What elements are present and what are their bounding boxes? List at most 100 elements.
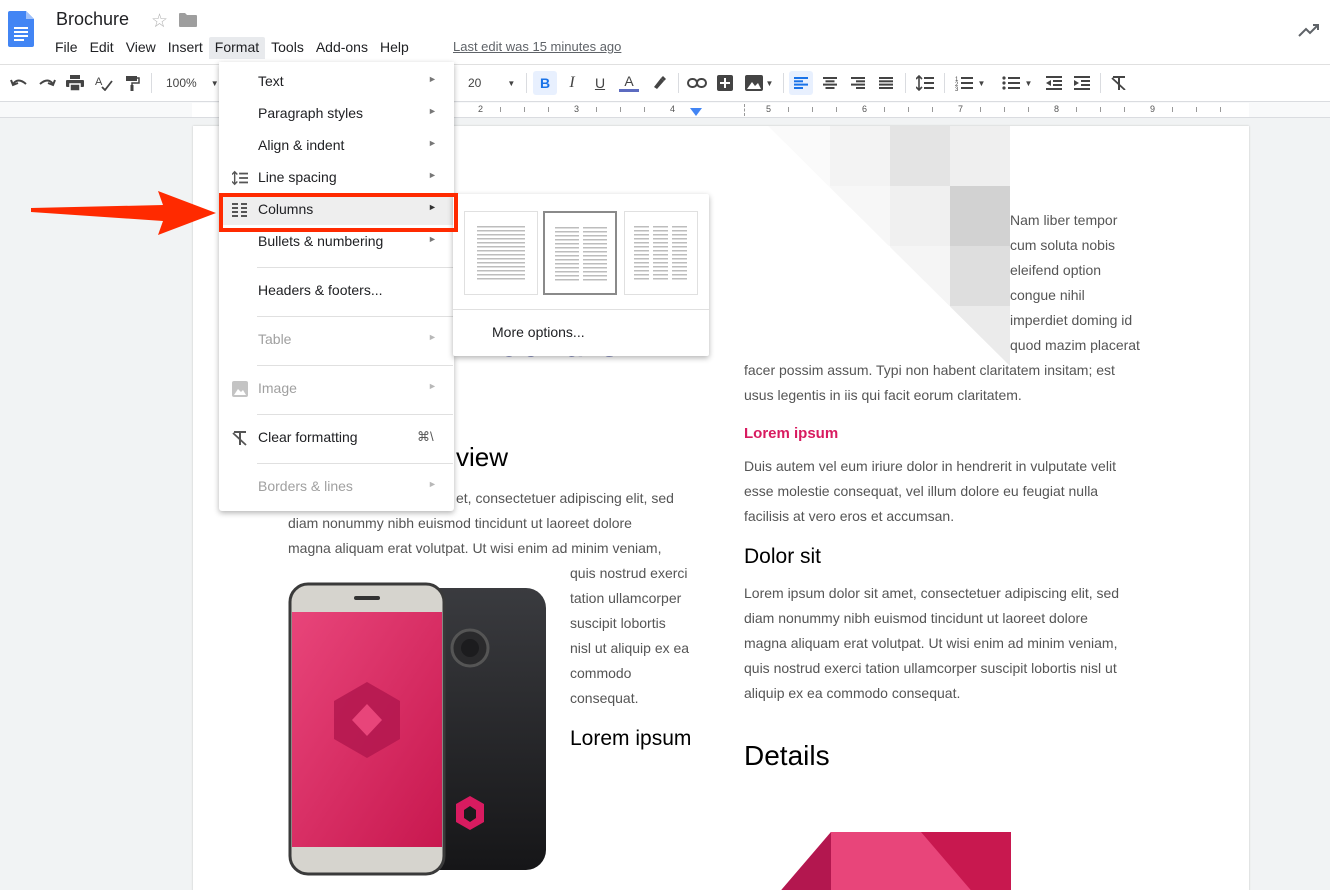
menu-divider	[257, 267, 453, 268]
side-text-line[interactable]: tation ullamcorper	[570, 586, 681, 611]
spellcheck-icon[interactable]: A	[93, 71, 115, 95]
side-text-line[interactable]: nisl ut aliquip ex ea	[570, 636, 689, 661]
clear-formatting-icon[interactable]	[1107, 71, 1131, 95]
indent-marker-icon[interactable]	[690, 108, 702, 117]
details-heading[interactable]: Details	[744, 740, 830, 772]
menu-item-columns[interactable]: Columns ►	[219, 195, 454, 225]
print-icon[interactable]	[64, 71, 86, 95]
line-spacing-icon[interactable]	[912, 71, 938, 95]
menu-help[interactable]: Help	[374, 37, 415, 59]
right-text-line[interactable]: eleifend option	[1010, 258, 1101, 283]
menu-item-line-spacing[interactable]: Line spacing ►	[219, 163, 454, 193]
duis-text-line[interactable]: esse molestie consequat, vel illum dolor…	[744, 479, 1098, 504]
link-icon[interactable]	[686, 71, 708, 95]
two-columns-option[interactable]	[543, 211, 617, 295]
star-icon[interactable]: ☆	[151, 10, 168, 33]
menu-item-text[interactable]: Text ►	[219, 67, 454, 97]
lorem-pink-heading[interactable]: Lorem ipsum	[744, 425, 838, 442]
intro-text-line[interactable]: magna aliquam erat volutpat. Ut wisi eni…	[288, 536, 662, 561]
menu-item-label: Text	[258, 73, 284, 89]
right-text-line[interactable]: congue nihil	[1010, 283, 1085, 308]
menu-item-align-indent[interactable]: Align & indent ►	[219, 131, 454, 161]
dolor-heading[interactable]: Dolor sit	[744, 545, 821, 569]
image-icon	[232, 381, 248, 397]
italic-button[interactable]: I	[561, 71, 583, 95]
dolor-text-line[interactable]: quis nostrud exerci tation ullamcorper s…	[744, 656, 1117, 681]
side-text-line[interactable]: suscipit lobortis	[570, 611, 666, 636]
bold-button[interactable]: B	[533, 71, 557, 95]
submenu-arrow-icon: ►	[428, 106, 437, 116]
menu-insert[interactable]: Insert	[162, 37, 209, 59]
ruler[interactable]: 2 3 4 5 6 7 8 9	[0, 102, 1330, 118]
dolor-text-line[interactable]: Lorem ipsum dolor sit amet, consectetuer…	[744, 581, 1119, 606]
right-text-line[interactable]: cum soluta nobis	[1010, 233, 1115, 258]
menu-format[interactable]: Format	[208, 37, 266, 59]
font-size-select[interactable]: 20 ▼	[462, 71, 520, 95]
menu-item-bullets-numbering[interactable]: Bullets & numbering ►	[219, 227, 454, 257]
menu-item-headers-footers[interactable]: Headers & footers...	[219, 276, 454, 306]
bulleted-list-icon[interactable]: ▼	[997, 71, 1037, 95]
docs-logo-icon[interactable]	[8, 11, 34, 47]
submenu-divider	[453, 309, 709, 310]
menu-edit[interactable]: Edit	[84, 37, 120, 59]
activity-trend-icon[interactable]	[1298, 22, 1320, 38]
overview-heading[interactable]: view	[456, 442, 508, 473]
menu-item-clear-formatting[interactable]: Clear formatting ⌘\	[219, 423, 454, 453]
right-text-line[interactable]: usus legentis in iis qui facit eorum cla…	[744, 383, 1022, 408]
three-columns-option[interactable]	[624, 211, 698, 295]
dolor-text-line[interactable]: aliquip ex ea commodo consequat.	[744, 681, 960, 706]
last-edit-link[interactable]: Last edit was 15 minutes ago	[453, 39, 621, 54]
align-center-icon[interactable]	[818, 71, 842, 95]
justify-icon[interactable]	[874, 71, 898, 95]
document-title[interactable]: Brochure	[56, 9, 129, 30]
menu-item-table: Table ►	[219, 325, 454, 355]
side-text-line[interactable]: quis nostrud exerci	[570, 561, 688, 586]
highlight-icon[interactable]	[648, 71, 670, 95]
duis-text-line[interactable]: facilisis at vero eros et accumsan.	[744, 504, 954, 529]
align-left-icon[interactable]	[789, 71, 813, 95]
chevron-down-icon: ▼	[765, 78, 774, 88]
underline-button[interactable]: U	[589, 71, 611, 95]
menu-item-label: Borders & lines	[258, 478, 353, 494]
submenu-arrow-icon: ►	[428, 332, 437, 342]
ruler-number: 6	[862, 104, 868, 114]
side-text-line[interactable]: consequat.	[570, 686, 639, 711]
paint-format-icon[interactable]	[121, 71, 143, 95]
right-text-line[interactable]: quod mazim placerat	[1010, 333, 1140, 358]
right-text-line[interactable]: facer possim assum. Typi non habent clar…	[744, 358, 1115, 383]
text-color-button[interactable]: A	[617, 71, 641, 95]
redo-icon[interactable]	[36, 71, 58, 95]
menu-view[interactable]: View	[120, 37, 162, 59]
menu-tools[interactable]: Tools	[265, 37, 310, 59]
menu-item-label: Columns	[258, 201, 314, 217]
zoom-select[interactable]: 100% ▼	[160, 71, 219, 95]
menu-item-paragraph-styles[interactable]: Paragraph styles ►	[219, 99, 454, 129]
submenu-arrow-icon: ►	[428, 170, 437, 180]
submenu-arrow-icon: ►	[428, 234, 437, 244]
numbered-list-icon[interactable]: 123 ▼	[950, 71, 990, 95]
comment-icon[interactable]	[714, 71, 736, 95]
right-text-line[interactable]: Nam liber tempor	[1010, 208, 1117, 233]
increase-indent-icon[interactable]	[1070, 71, 1094, 95]
decrease-indent-icon[interactable]	[1042, 71, 1066, 95]
image-icon[interactable]: ▼	[742, 71, 776, 95]
folder-icon[interactable]	[179, 13, 197, 27]
side-text-line[interactable]: commodo	[570, 661, 631, 686]
dolor-text-line[interactable]: diam nonummy nibh euismod tincidunt ut l…	[744, 606, 1088, 631]
align-right-icon[interactable]	[846, 71, 870, 95]
columns-icon	[232, 203, 247, 217]
left-lorem-heading[interactable]: Lorem ipsum	[570, 727, 691, 751]
intro-text-line[interactable]: diam nonummy nibh euismod tincidunt ut l…	[288, 511, 632, 536]
more-options-item[interactable]: More options...	[492, 324, 585, 340]
ruler-number: 8	[1054, 104, 1060, 114]
menu-addons[interactable]: Add-ons	[310, 37, 374, 59]
one-column-option[interactable]	[464, 211, 538, 295]
column-divider-marker[interactable]	[744, 104, 745, 116]
menu-item-label: Table	[258, 331, 292, 347]
intro-text-line[interactable]: et, consectetuer adipiscing elit, sed	[456, 486, 674, 511]
duis-text-line[interactable]: Duis autem vel eum iriure dolor in hendr…	[744, 454, 1116, 479]
right-text-line[interactable]: imperdiet doming id	[1010, 308, 1132, 333]
menu-file[interactable]: File	[49, 37, 84, 59]
undo-icon[interactable]	[8, 71, 30, 95]
dolor-text-line[interactable]: magna aliquam erat volutpat. Ut wisi eni…	[744, 631, 1118, 656]
